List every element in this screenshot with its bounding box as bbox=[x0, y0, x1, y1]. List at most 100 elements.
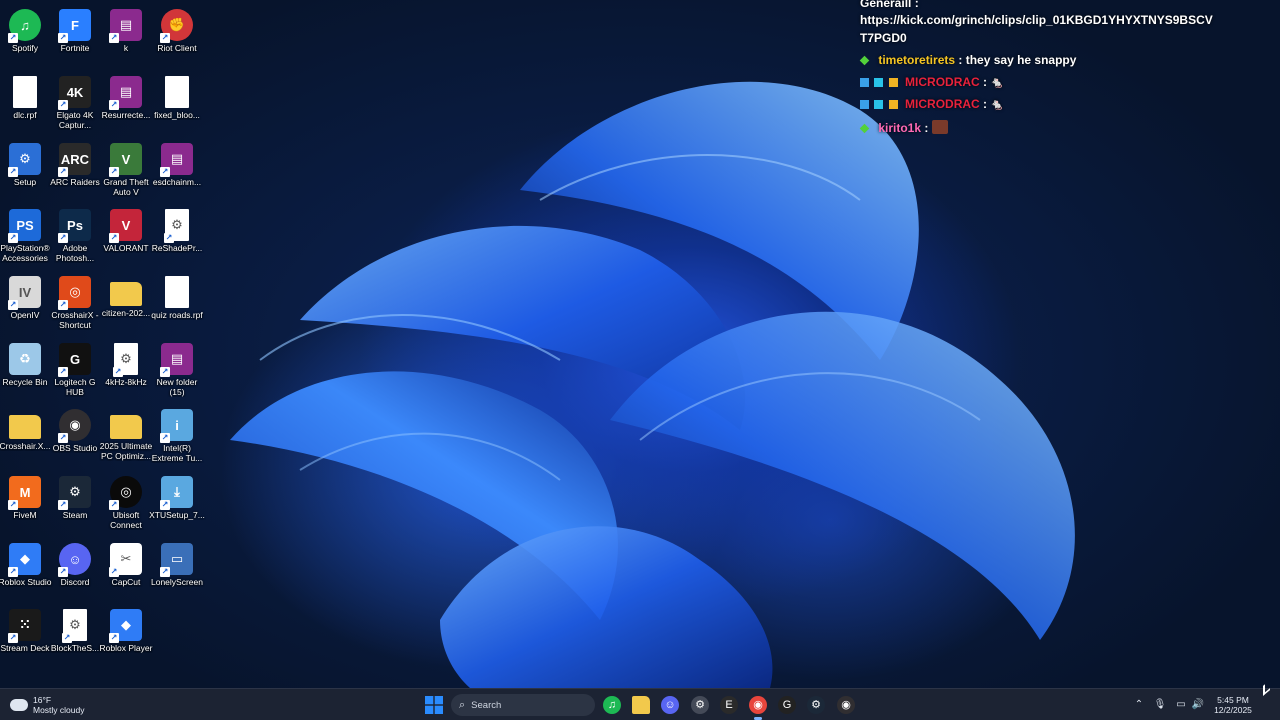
desktop-icon[interactable]: ▤k bbox=[101, 4, 151, 70]
chat-separator: : bbox=[924, 121, 932, 135]
chat-separator: : bbox=[958, 53, 966, 67]
installer-icon: ⤓ bbox=[160, 476, 193, 510]
weather-temperature: 16°F bbox=[33, 695, 52, 705]
emote-icon: 🐁 bbox=[990, 77, 1005, 89]
chat-username: kirito1k bbox=[878, 121, 922, 135]
obs-icon: ◉ bbox=[58, 409, 91, 443]
arc-raiders-icon: ARC bbox=[58, 143, 91, 177]
crown-badge-icon bbox=[888, 78, 898, 87]
desktop-icon-label: Fortnite bbox=[60, 43, 90, 53]
desktop-icon-label: k bbox=[123, 43, 129, 53]
chat-message: MICRODRAC : 🐁 bbox=[860, 97, 1004, 111]
weather-widget[interactable]: 16°F Mostly cloudy bbox=[10, 693, 85, 717]
taskbar-steam-alt[interactable]: ⚙ bbox=[688, 693, 712, 717]
desktop-icon[interactable]: dlc.rpf bbox=[0, 71, 50, 137]
desktop-icon[interactable]: FFortnite bbox=[50, 4, 100, 70]
desktop-icon[interactable]: ✂CapCut bbox=[101, 538, 151, 604]
emote-icon: 🐁 bbox=[990, 99, 1005, 111]
chat-message: kirito1k : bbox=[859, 120, 948, 135]
microphone-icon[interactable]: 🎙 bbox=[1152, 697, 1168, 713]
desktop-icon[interactable]: ◉OBS Studio bbox=[50, 404, 100, 470]
desktop-icon[interactable]: ☺Discord bbox=[50, 538, 100, 604]
desktop-icon[interactable]: ◆Roblox Studio bbox=[0, 538, 51, 604]
desktop-icon-label: Adobe Photosh... bbox=[55, 243, 95, 263]
desktop-icon[interactable]: 2025 Ultimate PC Optimiz... bbox=[100, 404, 152, 470]
taskbar-clock[interactable]: 5:45 PM 12/2/2025 bbox=[1208, 695, 1258, 715]
roblox-icon: ◆ bbox=[109, 609, 142, 643]
desktop-icon[interactable]: VVALORANT bbox=[101, 204, 151, 270]
desktop-icon[interactable]: PsAdobe Photosh... bbox=[50, 204, 100, 270]
file-gear-icon: ⚙ bbox=[113, 343, 138, 377]
desktop-icon[interactable]: VGrand Theft Auto V bbox=[101, 138, 151, 204]
logitech-icon: G bbox=[58, 343, 91, 377]
file-gear-icon: ⚙ bbox=[164, 209, 189, 243]
gta-icon: V bbox=[109, 143, 142, 177]
desktop-icon[interactable]: fixed_bloo... bbox=[152, 71, 202, 137]
desktop-icon[interactable]: ♫Spotify bbox=[0, 4, 50, 70]
taskbar-spotify[interactable]: ♫ bbox=[600, 693, 624, 717]
desktop-icon[interactable]: iIntel(R) Extreme Tu... bbox=[152, 404, 202, 470]
desktop-icon[interactable]: ▤New folder (15) bbox=[152, 338, 202, 404]
desktop-icon[interactable]: MFiveM bbox=[0, 471, 50, 537]
taskbar-epic[interactable]: E bbox=[717, 693, 741, 717]
desktop-icon-label: esdchainm... bbox=[152, 177, 202, 187]
desktop-icon[interactable]: ▭LonelyScreen bbox=[151, 538, 203, 604]
desktop-icon[interactable]: ⚙ReShadePr... bbox=[152, 204, 202, 270]
taskbar-obs[interactable]: ◉ bbox=[834, 693, 858, 717]
desktop-icon[interactable]: ▤esdchainm... bbox=[152, 138, 202, 204]
chat-message: MICRODRAC : 🐁 bbox=[860, 75, 1004, 89]
desktop-icon[interactable]: ◎Ubisoft Connect bbox=[101, 471, 151, 537]
folder-icon bbox=[632, 696, 650, 714]
chat-header-user: Generaill : bbox=[860, 0, 919, 10]
desktop-icon[interactable]: ⚙Steam bbox=[50, 471, 100, 537]
volume-icon[interactable]: 🔊 bbox=[1190, 697, 1206, 713]
desktop-icon[interactable]: 4KElgato 4K Captur... bbox=[50, 71, 100, 137]
desktop-icon[interactable]: ♻ Recycle Bin bbox=[0, 338, 50, 404]
folder-icon bbox=[110, 415, 142, 439]
desktop-icon[interactable]: ⚙BlockTheS... bbox=[50, 604, 100, 670]
desktop-icon[interactable]: ARCARC Raiders bbox=[50, 138, 100, 204]
folder-icon bbox=[9, 415, 41, 439]
desktop-icon-label: Intel(R) Extreme Tu... bbox=[151, 443, 203, 463]
desktop-icon-label: XTUSetup_7... bbox=[149, 510, 205, 520]
desktop-icon[interactable]: ◎CrosshairX - Shortcut bbox=[50, 271, 100, 337]
taskbar-logitech[interactable]: G bbox=[775, 693, 799, 717]
clock-date: 12/2/2025 bbox=[1214, 705, 1252, 715]
desktop-icon[interactable]: PSPlayStation® Accessories bbox=[0, 204, 50, 270]
desktop-icon[interactable]: quiz roads.rpf bbox=[151, 271, 203, 337]
start-button[interactable] bbox=[422, 693, 446, 717]
taskbar-discord[interactable]: ☺ bbox=[658, 693, 682, 717]
chat-username: MICRODRAC bbox=[905, 97, 980, 111]
desktop-icon[interactable]: Crosshair.X... bbox=[0, 404, 51, 470]
chrome-icon: ◉ bbox=[749, 696, 767, 714]
desktop-icon[interactable]: ⚙4kHz-8kHz bbox=[101, 338, 151, 404]
desktop-icon[interactable]: ◆Roblox Player bbox=[100, 604, 152, 670]
crosshairx-icon: ◎ bbox=[58, 276, 91, 310]
desktop-icon-label: ARC Raiders bbox=[50, 177, 100, 187]
ubisoft-icon: ◎ bbox=[109, 476, 142, 510]
desktop-icon-label: CapCut bbox=[111, 577, 141, 587]
badge-icon bbox=[860, 78, 869, 87]
desktop-icon[interactable]: citizen-202... bbox=[101, 271, 151, 337]
desktop-icon[interactable]: ▤Resurrecte... bbox=[101, 71, 151, 137]
desktop-icon[interactable]: ⁙Stream Deck bbox=[0, 604, 50, 670]
network-icon[interactable]: ▭ bbox=[1173, 697, 1189, 713]
taskbar-chrome[interactable]: ◉ bbox=[746, 693, 770, 720]
steam-icon: ⚙ bbox=[58, 476, 91, 510]
desktop-icon[interactable]: ⤓XTUSetup_7... bbox=[149, 471, 205, 537]
clock-time: 5:45 PM bbox=[1217, 695, 1249, 705]
steam-icon: ⚙ bbox=[807, 696, 825, 714]
desktop-icon-label: New folder (15) bbox=[156, 377, 198, 397]
desktop-icon-label: Elgato 4K Captur... bbox=[56, 110, 94, 130]
desktop-icon-label: Riot Client bbox=[157, 43, 197, 53]
desktop-icon[interactable]: IVOpenIV bbox=[0, 271, 50, 337]
desktop-icon-label: quiz roads.rpf bbox=[151, 310, 203, 320]
discord-icon: ☺ bbox=[58, 543, 91, 577]
desktop-icon[interactable]: ✊Riot Client bbox=[152, 4, 202, 70]
taskbar-search[interactable]: ⌕ Search bbox=[451, 694, 595, 716]
taskbar-file-explorer[interactable] bbox=[629, 693, 653, 717]
desktop-icon[interactable]: ⚙Setup bbox=[0, 138, 50, 204]
desktop-icon[interactable]: GLogitech G HUB bbox=[50, 338, 100, 404]
chevron-up-icon[interactable]: ⌃ bbox=[1131, 697, 1147, 713]
taskbar-steam[interactable]: ⚙ bbox=[804, 693, 828, 717]
